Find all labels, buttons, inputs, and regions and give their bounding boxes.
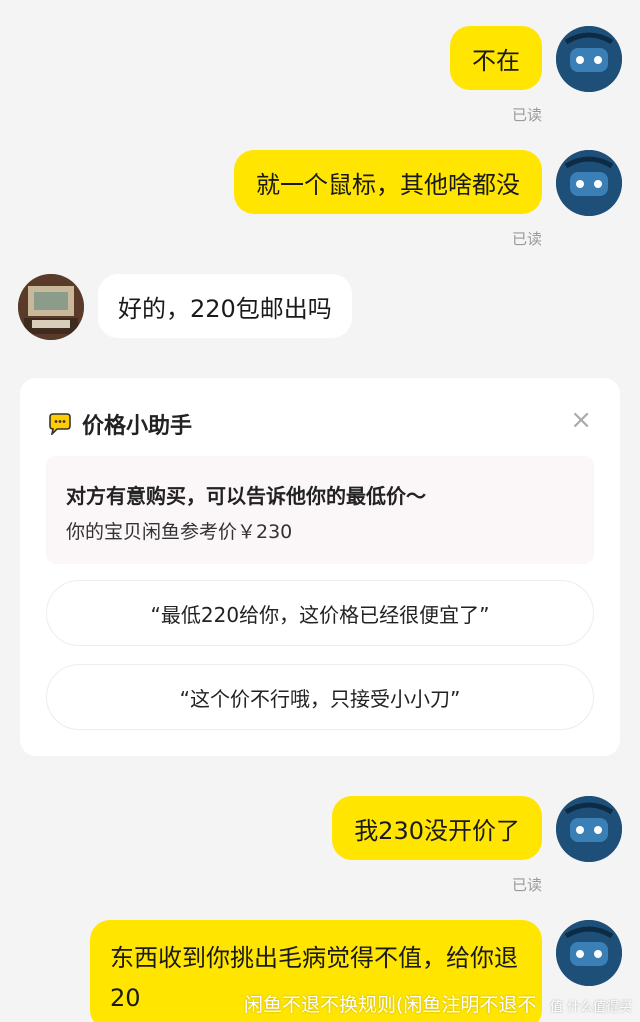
reference-price: 你的宝贝闲鱼参考价￥230 [66,521,293,543]
message-bubble-self[interactable]: 就一个鼠标，其他啥都没 [234,150,542,214]
message-text: 好的，220包邮出吗 [118,294,332,323]
price-assistant-card: 价格小助手 × 对方有意购买，可以告诉他你的最低价～ 你的宝贝闲鱼参考价￥230… [20,378,620,756]
robot-avatar-icon [556,26,622,92]
card-title-text: 价格小助手 [82,414,193,439]
robot-avatar-icon [556,796,622,862]
message-bubble-self[interactable]: 不在 [450,26,542,90]
room-photo-avatar-icon [18,274,84,340]
quick-reply-option[interactable]: “最低220给你，这价格已经很便宜了” [46,580,594,646]
avatar-self[interactable] [556,920,622,986]
message-text: 不在 [472,46,520,75]
message-text: 我230没开价了 [354,816,520,845]
quick-reply-text: “最低220给你，这价格已经很便宜了” [150,602,490,627]
avatar-self[interactable] [556,26,622,92]
watermark-logo: 值 什么值得买 [549,1000,632,1015]
tip-box: 对方有意购买，可以告诉他你的最低价～ 你的宝贝闲鱼参考价￥230 [46,456,594,564]
robot-avatar-icon [556,920,622,986]
avatar-other[interactable] [18,274,84,340]
read-status: 已读 [511,106,542,124]
card-title: 价格小助手 [48,408,192,440]
watermark-caption: 闲鱼不退不换规则(闲鱼注明不退不 [244,994,537,1016]
message-bubble-other[interactable]: 好的，220包邮出吗 [98,274,352,338]
chat-bubble-icon [48,413,72,437]
read-status: 已读 [511,230,542,248]
avatar-self[interactable] [556,150,622,216]
message-bubble-self[interactable]: 我230没开价了 [332,796,542,860]
tip-headline: 对方有意购买，可以告诉他你的最低价～ [66,484,426,508]
close-icon[interactable]: × [570,407,592,433]
message-text: 就一个鼠标，其他啥都没 [256,170,520,199]
quick-reply-text: “这个价不行哦，只接受小小刀” [179,686,461,711]
robot-avatar-icon [556,150,622,216]
avatar-self[interactable] [556,796,622,862]
quick-reply-option[interactable]: “这个价不行哦，只接受小小刀” [46,664,594,730]
read-status: 已读 [511,876,542,894]
